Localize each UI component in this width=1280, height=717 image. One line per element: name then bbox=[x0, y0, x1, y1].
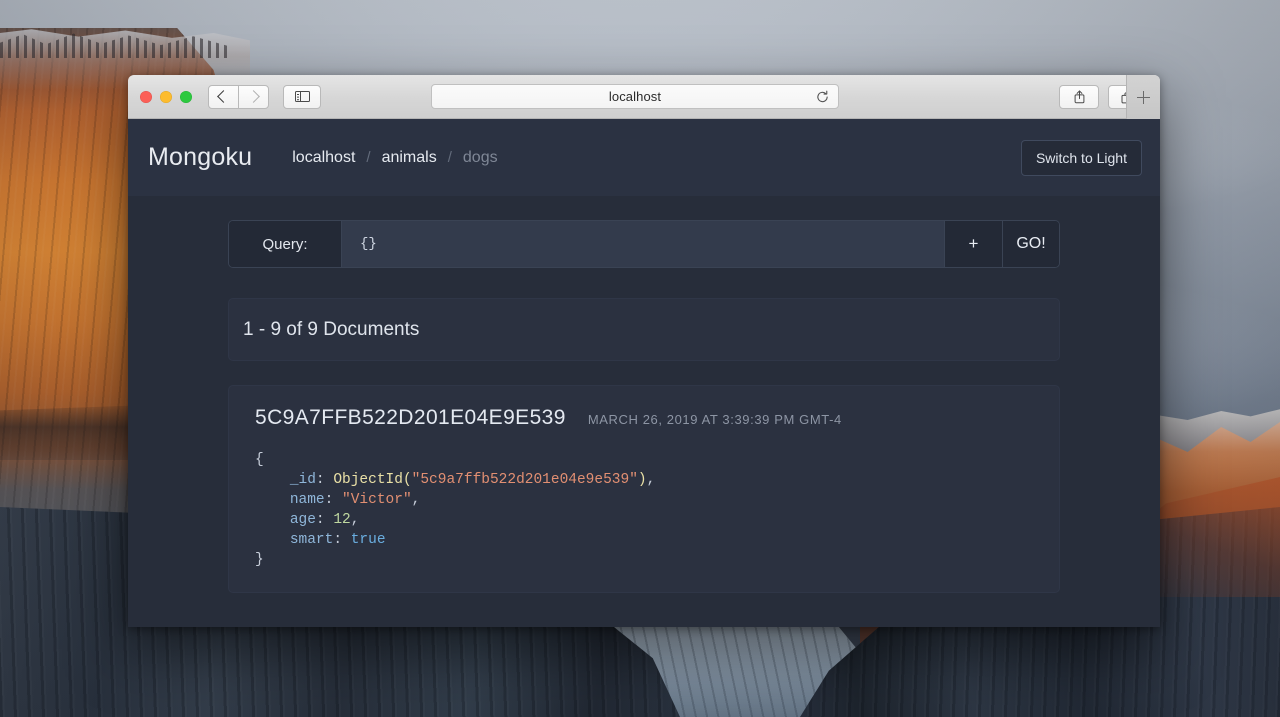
sidebar-toggle-icon bbox=[295, 91, 310, 102]
browser-toolbar: localhost bbox=[128, 75, 1160, 119]
json-indent bbox=[255, 532, 290, 548]
mongoku-page: Mongoku localhost / animals / dogs Switc… bbox=[128, 119, 1160, 627]
json-brace-close: } bbox=[255, 552, 264, 568]
json-comma: , bbox=[647, 472, 656, 488]
breadcrumb-item-server[interactable]: localhost bbox=[292, 149, 355, 167]
chevron-right-icon bbox=[247, 90, 260, 103]
new-tab-button[interactable] bbox=[1126, 75, 1160, 119]
breadcrumb-item-collection[interactable]: dogs bbox=[463, 149, 498, 167]
app-brand: Mongoku bbox=[148, 143, 252, 172]
document-card[interactable]: 5C9A7FFB522D201E04E9E539 MARCH 26, 2019 … bbox=[228, 385, 1060, 593]
forward-button[interactable] bbox=[238, 85, 269, 109]
document-count-text: 1 - 9 of 9 Documents bbox=[243, 319, 419, 341]
back-button[interactable] bbox=[208, 85, 239, 109]
add-query-button[interactable]: + bbox=[944, 221, 1002, 267]
json-objectid-function-close: ) bbox=[638, 472, 647, 488]
close-window-button[interactable] bbox=[140, 91, 152, 103]
json-indent bbox=[255, 472, 290, 488]
app-header: Mongoku localhost / animals / dogs Switc… bbox=[128, 119, 1160, 196]
chevron-left-icon bbox=[217, 90, 230, 103]
document-timestamp: MARCH 26, 2019 AT 3:39:39 PM GMT-4 bbox=[588, 412, 842, 427]
minimize-window-button[interactable] bbox=[160, 91, 172, 103]
document-count-bar: 1 - 9 of 9 Documents bbox=[228, 298, 1060, 361]
json-comma: , bbox=[351, 512, 360, 528]
breadcrumb: localhost / animals / dogs bbox=[292, 149, 497, 167]
json-value-name: "Victor" bbox=[342, 492, 412, 508]
plus-icon bbox=[1137, 91, 1150, 104]
breadcrumb-separator: / bbox=[366, 149, 370, 166]
navigation-buttons bbox=[208, 85, 269, 109]
json-value-age: 12 bbox=[333, 512, 350, 528]
json-key-name: name bbox=[290, 492, 325, 508]
maximize-window-button[interactable] bbox=[180, 91, 192, 103]
breadcrumb-separator: / bbox=[448, 149, 452, 166]
switch-theme-button[interactable]: Switch to Light bbox=[1021, 140, 1142, 176]
json-key-age: age bbox=[290, 512, 316, 528]
json-indent bbox=[255, 512, 290, 528]
json-comma: , bbox=[412, 492, 421, 508]
address-bar[interactable]: localhost bbox=[431, 84, 839, 109]
json-key-smart: smart bbox=[290, 532, 334, 548]
json-value-smart: true bbox=[351, 532, 386, 548]
page-content: Query: + GO! 1 - 9 of 9 Documents 5C9A7F… bbox=[128, 196, 1160, 593]
address-bar-text: localhost bbox=[609, 89, 661, 104]
sidebar-toggle-button[interactable] bbox=[283, 85, 321, 109]
share-icon bbox=[1074, 90, 1085, 104]
reload-icon[interactable] bbox=[816, 90, 829, 103]
query-label: Query: bbox=[229, 221, 342, 267]
json-brace-open: { bbox=[255, 452, 264, 468]
json-key-id: _id bbox=[290, 472, 316, 488]
breadcrumb-item-database[interactable]: animals bbox=[382, 149, 437, 167]
query-bar: Query: + GO! bbox=[228, 220, 1060, 268]
document-card-header: 5C9A7FFB522D201E04E9E539 MARCH 26, 2019 … bbox=[255, 406, 1033, 430]
window-traffic-lights bbox=[140, 91, 192, 103]
run-query-button[interactable]: GO! bbox=[1002, 221, 1059, 267]
json-objectid-function: ObjectId( bbox=[333, 472, 411, 488]
share-button[interactable] bbox=[1059, 85, 1099, 109]
query-input[interactable] bbox=[342, 221, 944, 267]
json-indent bbox=[255, 492, 290, 508]
document-id: 5C9A7FFB522D201E04E9E539 bbox=[255, 406, 566, 430]
desktop-wallpaper: localhost bbox=[0, 0, 1280, 717]
document-json: { _id: ObjectId("5c9a7ffb522d201e04e9e53… bbox=[255, 450, 1033, 570]
safari-browser-window: localhost bbox=[128, 75, 1160, 627]
json-objectid-value: "5c9a7ffb522d201e04e9e539" bbox=[412, 472, 638, 488]
